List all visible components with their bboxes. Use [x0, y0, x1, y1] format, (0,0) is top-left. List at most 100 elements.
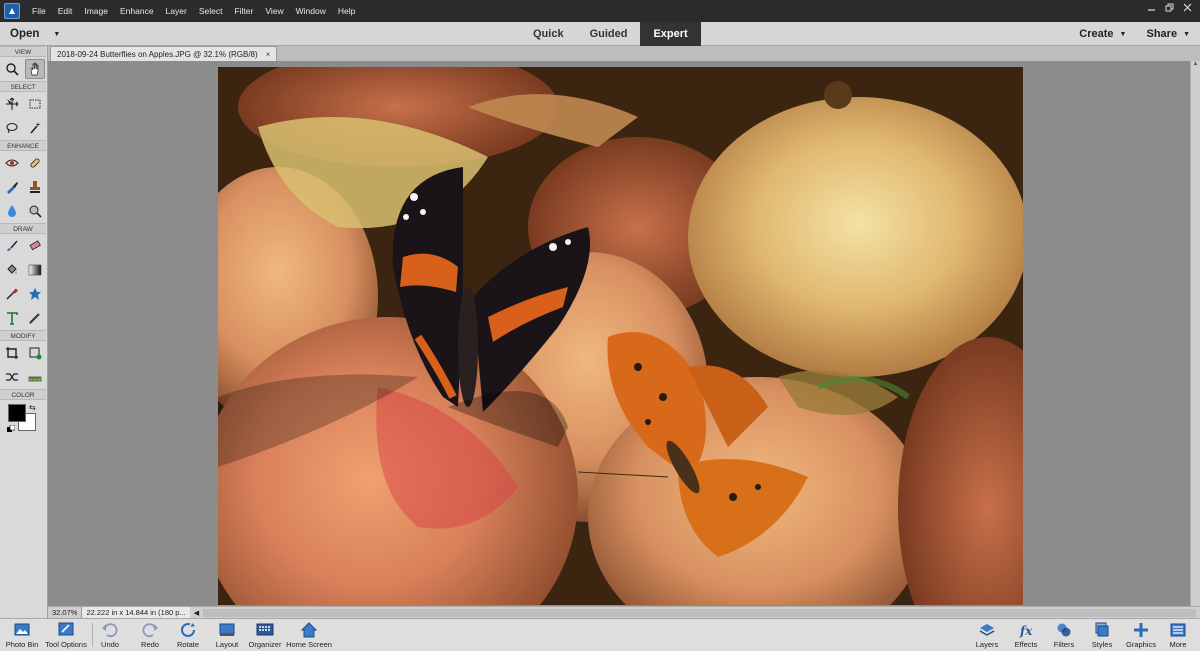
canvas-area[interactable]: [48, 61, 1190, 606]
menu-file[interactable]: File: [26, 0, 52, 22]
create-label: Create: [1079, 28, 1114, 40]
recompose-tool[interactable]: [25, 343, 45, 363]
menu-enhance[interactable]: Enhance: [114, 0, 160, 22]
menu-image[interactable]: Image: [78, 0, 114, 22]
pencil-tool[interactable]: [25, 308, 45, 328]
photo-bin-button[interactable]: Photo Bin: [0, 621, 44, 649]
home-icon: [300, 622, 318, 638]
eyedropper-icon: [6, 288, 19, 300]
eyedropper-tool[interactable]: [2, 284, 22, 304]
drop-icon: [8, 205, 17, 217]
zoom-tool[interactable]: [2, 59, 22, 79]
styles-button[interactable]: Styles: [1080, 621, 1124, 649]
foreground-color-swatch[interactable]: [8, 404, 26, 422]
layers-label: Layers: [975, 640, 999, 649]
minimize-button[interactable]: [1142, 0, 1160, 14]
vertical-scrollbar[interactable]: ▲: [1190, 61, 1200, 606]
filters-icon: [1057, 623, 1071, 637]
redo-label: Redo: [141, 640, 159, 649]
blur-tool[interactable]: [2, 201, 22, 221]
more-button[interactable]: More: [1156, 621, 1200, 649]
magnifier-icon: [6, 63, 19, 76]
lasso-tool[interactable]: [2, 118, 22, 138]
brush-icon: [7, 240, 18, 251]
eraser-tool[interactable]: [25, 236, 45, 256]
document-size: 22.222 in x 14.844 in (180 p...: [82, 606, 190, 619]
section-draw: DRAW: [0, 223, 46, 234]
quick-selection-tool[interactable]: [25, 118, 45, 138]
restore-button[interactable]: [1160, 0, 1178, 14]
tab-quick[interactable]: Quick: [520, 22, 577, 46]
layers-button[interactable]: Layers: [965, 621, 1009, 649]
bandage-icon: [30, 158, 40, 168]
styles-label: Styles: [1091, 640, 1113, 649]
menu-select[interactable]: Select: [193, 0, 229, 22]
red-eye-tool[interactable]: [2, 153, 22, 173]
sponge-tool[interactable]: [25, 201, 45, 221]
menu-help[interactable]: Help: [332, 0, 361, 22]
menu-bar: File Edit Image Enhance Layer Select Fil…: [0, 0, 1200, 22]
undo-button[interactable]: Undo: [88, 621, 132, 649]
horizontal-scrollbar[interactable]: [203, 608, 1196, 617]
hand-tool[interactable]: [24, 59, 45, 79]
smart-brush-tool[interactable]: [2, 177, 22, 197]
create-button[interactable]: Create ▼: [1079, 22, 1126, 46]
menu-window[interactable]: Window: [290, 0, 332, 22]
close-tab-icon[interactable]: ×: [266, 50, 271, 59]
mode-tabs: Quick Guided Expert: [520, 22, 701, 46]
scroll-up-icon[interactable]: ▲: [1191, 61, 1200, 67]
chevron-down-icon: ▼: [1119, 30, 1127, 38]
plus-icon: [1134, 623, 1148, 637]
paint-bucket-tool[interactable]: [2, 260, 22, 280]
tool-options-button[interactable]: Tool Options: [44, 621, 88, 649]
rotate-button[interactable]: Rotate: [166, 621, 210, 649]
status-menu-icon[interactable]: ◀: [194, 609, 199, 617]
menu-layer[interactable]: Layer: [160, 0, 193, 22]
status-bar: 32.07% 22.222 in x 14.844 in (180 p... ◀: [48, 606, 1200, 619]
gradient-tool[interactable]: [25, 260, 45, 280]
hand-icon: [30, 62, 39, 76]
default-colors-icon[interactable]: [7, 425, 15, 433]
organizer-button[interactable]: Organizer: [243, 621, 287, 649]
share-button[interactable]: Share ▼: [1146, 22, 1190, 46]
smart-brush-icon: [7, 182, 19, 194]
open-label: Open: [10, 28, 40, 40]
move-icon: [6, 97, 19, 110]
bottom-panel-bar: Photo Bin Tool Options Undo Redo Rotate …: [0, 618, 1200, 651]
shuffle-icon: [6, 373, 19, 381]
document-tab[interactable]: 2018-09-24 Butterflies on Apples.JPG @ 3…: [50, 46, 278, 61]
type-tool[interactable]: [2, 308, 22, 328]
crop-tool[interactable]: [2, 343, 22, 363]
photo-editor-window: File Edit Image Enhance Layer Select Fil…: [0, 0, 1200, 651]
more-label: More: [1169, 640, 1187, 649]
menu-filter[interactable]: Filter: [228, 0, 259, 22]
menu-view[interactable]: View: [259, 0, 289, 22]
close-window-button[interactable]: [1178, 0, 1196, 14]
clone-stamp-tool[interactable]: [25, 177, 45, 197]
tab-expert[interactable]: Expert: [640, 22, 701, 46]
custom-shape-tool[interactable]: [25, 284, 45, 304]
brush-tool[interactable]: [2, 236, 22, 256]
spot-healing-tool[interactable]: [25, 153, 45, 173]
filters-label: Filters: [1053, 640, 1075, 649]
window-controls: [1142, 0, 1196, 14]
home-screen-button[interactable]: Home Screen: [286, 621, 332, 649]
share-label: Share: [1146, 28, 1178, 40]
move-tool[interactable]: [2, 94, 22, 114]
styles-icon: [1095, 622, 1109, 637]
tab-guided[interactable]: Guided: [577, 22, 641, 46]
document-image[interactable]: [218, 67, 1023, 605]
lasso-icon: [6, 122, 18, 134]
organizer-icon: [256, 623, 274, 636]
right-actions: Create ▼ Share ▼: [1059, 22, 1190, 46]
content-aware-move-tool[interactable]: [2, 367, 22, 387]
zoom-level[interactable]: 32.07%: [48, 606, 83, 619]
swap-colors-icon[interactable]: ⇆: [29, 403, 36, 412]
photo-bin-icon: [14, 623, 30, 636]
section-enhance: ENHANCE: [0, 140, 46, 151]
open-button[interactable]: Open ▼: [10, 22, 60, 46]
straighten-tool[interactable]: [25, 367, 45, 387]
menu-edit[interactable]: Edit: [52, 0, 79, 22]
marquee-tool[interactable]: [25, 94, 45, 114]
undo-label: Undo: [101, 640, 119, 649]
